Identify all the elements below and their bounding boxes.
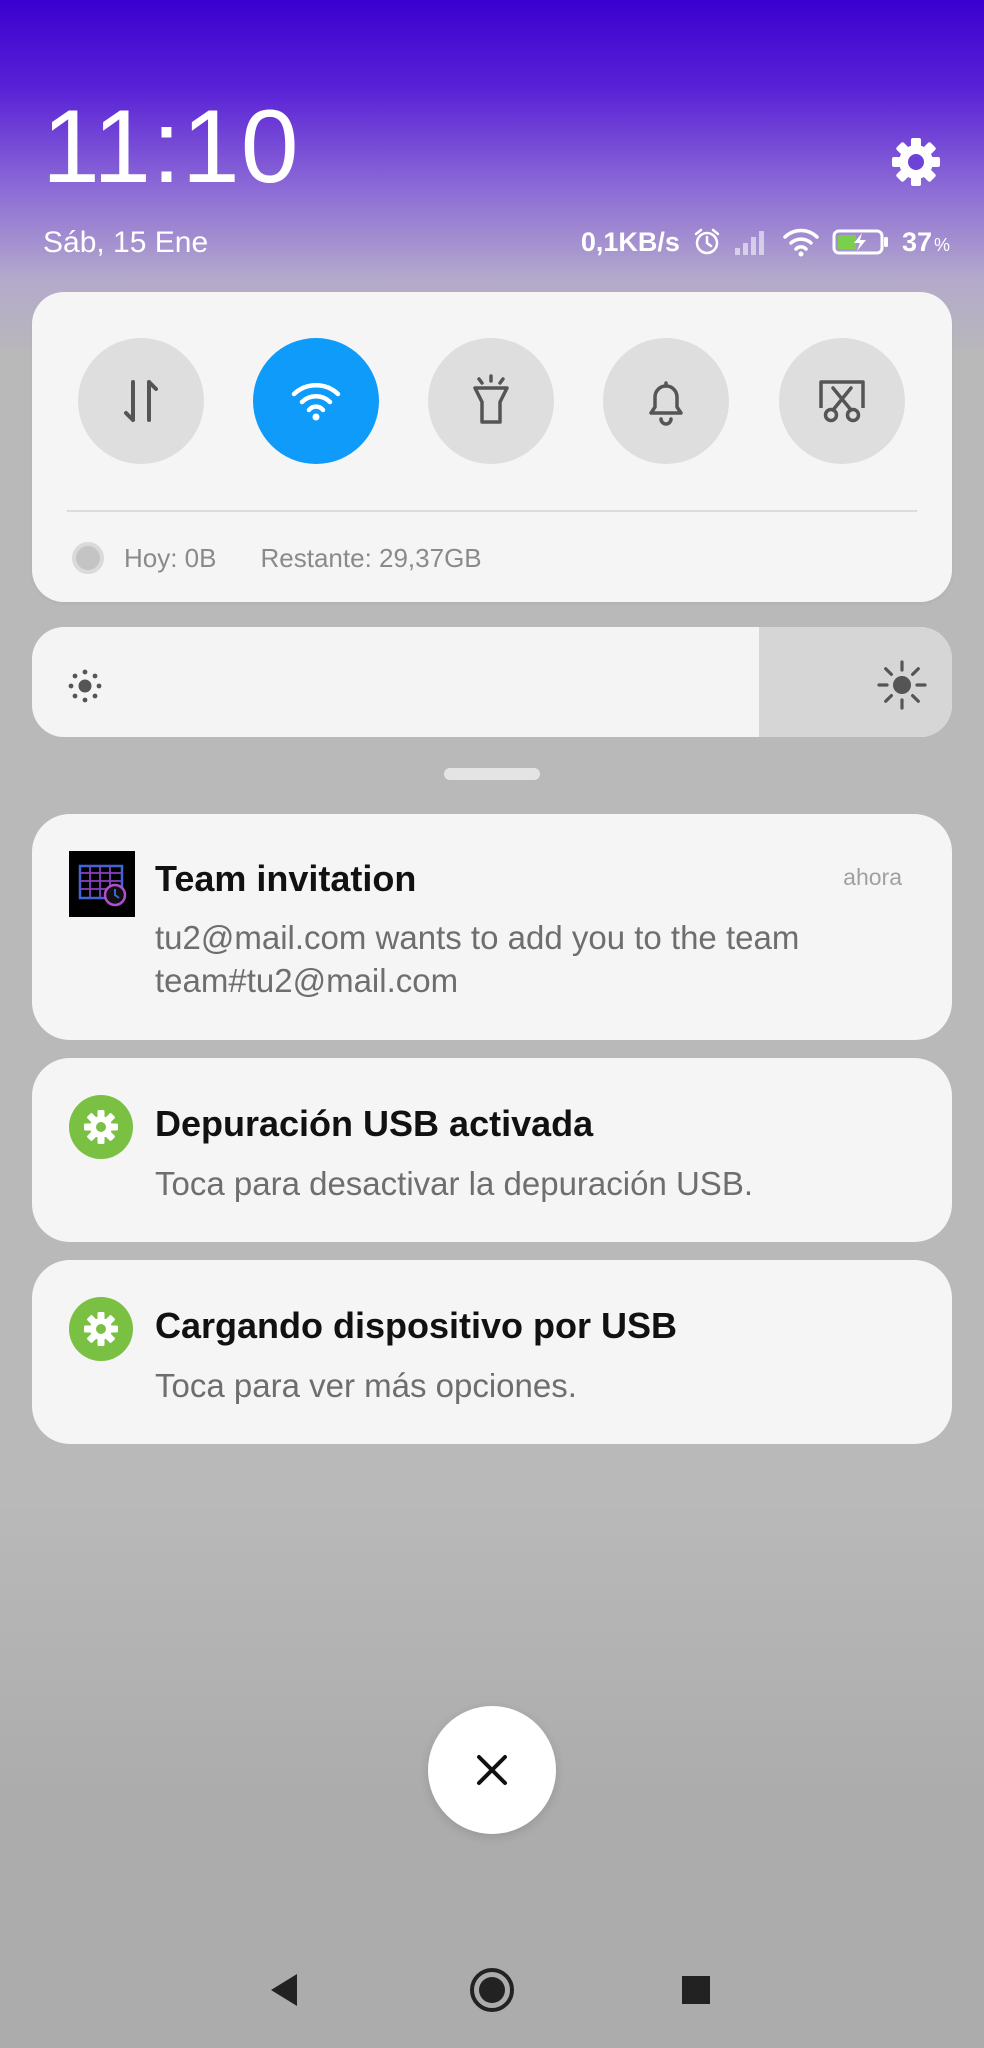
battery-unit: %: [933, 234, 950, 255]
home-button[interactable]: [462, 1960, 522, 2020]
data-today: Hoy: 0B: [124, 542, 217, 573]
date: Sáb, 15 Ene: [43, 226, 209, 259]
divider: [67, 510, 917, 512]
tile-mobile-data[interactable]: [78, 338, 204, 464]
recents-button[interactable]: [666, 1960, 726, 2020]
screenshot-icon: [819, 380, 865, 423]
notification-title: Depuración USB activada: [155, 1103, 594, 1144]
tile-sound[interactable]: [603, 338, 729, 464]
tile-flashlight[interactable]: [428, 338, 554, 464]
notification-team-invitation[interactable]: Team invitation ahora tu2@mail.com wants…: [32, 814, 952, 1040]
notification-title: Team invitation: [155, 858, 417, 899]
data-usage-circle-icon: [72, 542, 104, 574]
back-icon: [271, 1974, 297, 2006]
wifi-icon: [291, 383, 341, 421]
notification-usb-charging[interactable]: Cargando dispositivo por USB Toca para v…: [32, 1260, 952, 1444]
recents-icon: [682, 1976, 710, 2004]
status-bar: 0,1KB/s 37%: [581, 224, 950, 260]
data-usage[interactable]: Hoy: 0B Restante: 29,37GB: [72, 538, 482, 578]
clock: 11:10: [42, 89, 300, 205]
network-speed: 0,1KB/s: [580, 226, 680, 257]
tile-wifi[interactable]: [253, 338, 379, 464]
data-remaining: Restante: 29,37GB: [260, 542, 482, 573]
settings-button[interactable]: [888, 134, 944, 190]
brightness-high-icon: [877, 660, 927, 710]
battery-percent: 37: [901, 226, 932, 257]
flashlight-icon: [473, 374, 509, 424]
home-icon: [470, 1968, 514, 2012]
signal-icon: [734, 231, 764, 255]
brightness-slider[interactable]: [32, 627, 952, 737]
tile-screenshot[interactable]: [779, 338, 905, 464]
notification-title: Cargando dispositivo por USB: [155, 1305, 678, 1346]
brightness-low-icon: [68, 669, 102, 703]
drawer-handle[interactable]: [444, 768, 540, 780]
gear-icon: [892, 138, 940, 186]
gear-icon: [69, 1297, 133, 1361]
back-button[interactable]: [254, 1960, 314, 2020]
data-arrows-icon: [124, 380, 158, 422]
wifi-icon: [783, 228, 819, 257]
notification-time: ahora: [843, 864, 902, 890]
notification-body: tu2@mail.com wants to add you to the tea…: [155, 919, 800, 999]
alarm-icon: [694, 228, 720, 255]
notification-body: Toca para ver más opciones.: [155, 1367, 577, 1404]
app-calendar-icon: [69, 851, 135, 917]
bell-icon: [649, 381, 683, 426]
close-icon: [477, 1755, 507, 1785]
notification-body: Toca para desactivar la depuración USB.: [155, 1165, 753, 1202]
gear-icon: [69, 1095, 133, 1159]
notification-usb-debugging[interactable]: Depuración USB activada Toca para desact…: [32, 1058, 952, 1242]
battery-charging-icon: [832, 229, 888, 255]
clear-all-button[interactable]: [428, 1706, 556, 1834]
